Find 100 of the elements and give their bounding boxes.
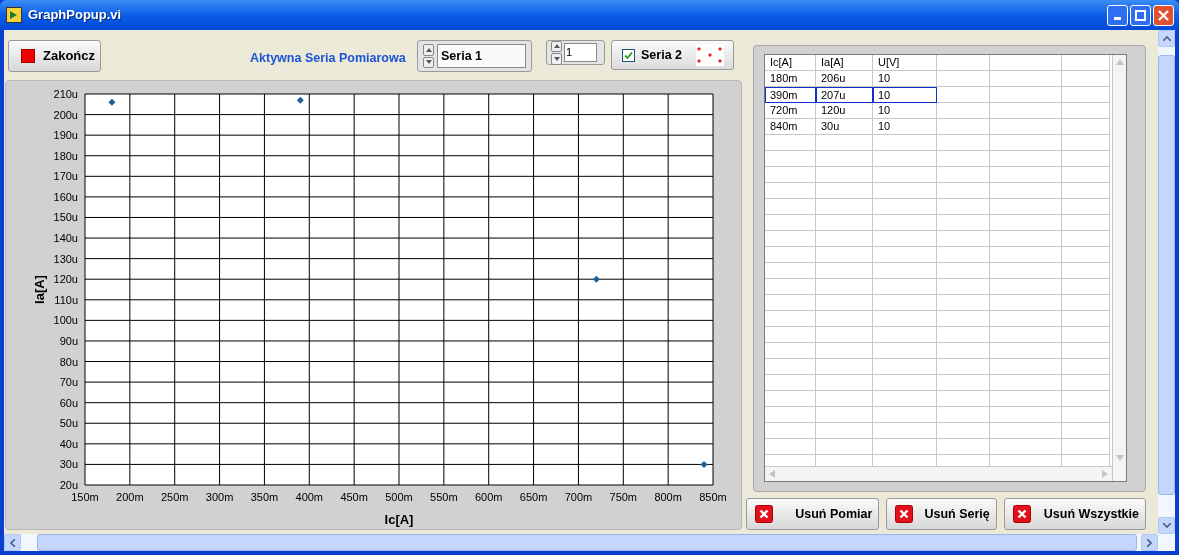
table-cell[interactable] bbox=[873, 263, 937, 279]
horizontal-scroll-thumb[interactable] bbox=[37, 534, 1137, 551]
table-cell[interactable] bbox=[1062, 423, 1110, 439]
stop-button[interactable]: Zakończ bbox=[8, 40, 101, 72]
table-cell[interactable] bbox=[937, 119, 990, 135]
table-cell[interactable] bbox=[937, 71, 990, 87]
table-cell[interactable] bbox=[937, 215, 990, 231]
table-cell[interactable] bbox=[937, 359, 990, 375]
table-cell[interactable] bbox=[990, 87, 1062, 103]
table-cell[interactable] bbox=[937, 391, 990, 407]
table-cell[interactable] bbox=[873, 135, 937, 151]
plot-index-control[interactable]: 1 bbox=[546, 40, 605, 65]
table-cell[interactable] bbox=[816, 391, 873, 407]
table-cell[interactable] bbox=[873, 183, 937, 199]
table-cell[interactable] bbox=[816, 327, 873, 343]
table-horizontal-scrollbar[interactable] bbox=[765, 466, 1112, 481]
table-cell[interactable] bbox=[937, 439, 990, 455]
scroll-left-button[interactable] bbox=[4, 534, 21, 551]
table-cell[interactable] bbox=[990, 247, 1062, 263]
table-cell[interactable]: 10 bbox=[873, 71, 937, 87]
table-cell[interactable] bbox=[990, 135, 1062, 151]
table-cell[interactable]: 10 bbox=[873, 87, 937, 103]
table-cell[interactable] bbox=[873, 199, 937, 215]
table-cell[interactable] bbox=[873, 231, 937, 247]
table-cell[interactable] bbox=[937, 247, 990, 263]
scroll-up-icon[interactable] bbox=[1115, 59, 1124, 65]
table-cell[interactable] bbox=[816, 167, 873, 183]
table-cell[interactable]: 206u bbox=[816, 71, 873, 87]
table-cell[interactable] bbox=[1062, 135, 1110, 151]
table-cell[interactable] bbox=[1062, 167, 1110, 183]
table-cell[interactable] bbox=[765, 311, 816, 327]
table-cell[interactable] bbox=[873, 279, 937, 295]
table-cell[interactable] bbox=[990, 311, 1062, 327]
table-cell[interactable] bbox=[990, 199, 1062, 215]
table-cell[interactable]: 207u bbox=[816, 87, 873, 103]
series-selector[interactable]: Seria 1 bbox=[417, 40, 532, 72]
table-cell[interactable]: 120u bbox=[816, 103, 873, 119]
table-cell[interactable] bbox=[765, 215, 816, 231]
table-cell[interactable] bbox=[937, 423, 990, 439]
table-cell[interactable] bbox=[765, 391, 816, 407]
table-cell[interactable] bbox=[1062, 407, 1110, 423]
table-cell[interactable] bbox=[990, 423, 1062, 439]
table-cell[interactable] bbox=[990, 295, 1062, 311]
table-cell[interactable] bbox=[873, 423, 937, 439]
table-cell[interactable] bbox=[990, 279, 1062, 295]
table-cell[interactable] bbox=[990, 71, 1062, 87]
table-cell[interactable] bbox=[816, 215, 873, 231]
table-cell[interactable] bbox=[765, 439, 816, 455]
table-cell[interactable] bbox=[765, 247, 816, 263]
table-cell[interactable] bbox=[990, 391, 1062, 407]
table-cell[interactable] bbox=[816, 151, 873, 167]
table-cell[interactable] bbox=[1062, 263, 1110, 279]
scroll-down-icon[interactable] bbox=[1115, 455, 1124, 461]
minimize-button[interactable] bbox=[1107, 4, 1128, 26]
scroll-right-icon[interactable] bbox=[1102, 470, 1108, 478]
table-cell[interactable] bbox=[990, 375, 1062, 391]
table-cell[interactable] bbox=[937, 279, 990, 295]
table-cell[interactable] bbox=[873, 247, 937, 263]
table-cell[interactable] bbox=[990, 263, 1062, 279]
table-cell[interactable]: 10 bbox=[873, 103, 937, 119]
table-cell[interactable]: 10 bbox=[873, 119, 937, 135]
table-cell[interactable] bbox=[873, 295, 937, 311]
table-cell[interactable] bbox=[816, 311, 873, 327]
scroll-up-button[interactable] bbox=[1158, 30, 1175, 47]
table-cell[interactable] bbox=[937, 199, 990, 215]
table-cell[interactable] bbox=[873, 311, 937, 327]
table-cell[interactable] bbox=[765, 423, 816, 439]
spinner-arrows[interactable] bbox=[423, 44, 434, 68]
table-cell[interactable] bbox=[873, 167, 937, 183]
table-cell[interactable]: 390m bbox=[765, 87, 816, 103]
table-cell[interactable] bbox=[765, 295, 816, 311]
table-cell[interactable] bbox=[1062, 87, 1110, 103]
table-cell[interactable] bbox=[873, 439, 937, 455]
table-cell[interactable] bbox=[937, 343, 990, 359]
table-cell[interactable] bbox=[765, 407, 816, 423]
table-cell[interactable] bbox=[873, 375, 937, 391]
table-cell[interactable] bbox=[937, 295, 990, 311]
table-cell[interactable] bbox=[1062, 439, 1110, 455]
table-cell[interactable] bbox=[816, 423, 873, 439]
table-cell[interactable] bbox=[937, 183, 990, 199]
table-cell[interactable] bbox=[765, 343, 816, 359]
table-cell[interactable] bbox=[1062, 119, 1110, 135]
table-cell[interactable] bbox=[816, 199, 873, 215]
table-cell[interactable] bbox=[937, 407, 990, 423]
table-cell[interactable]: 840m bbox=[765, 119, 816, 135]
table-cell[interactable] bbox=[990, 327, 1062, 343]
table-cell[interactable] bbox=[816, 343, 873, 359]
table-cell[interactable] bbox=[937, 311, 990, 327]
table-cell[interactable] bbox=[1062, 103, 1110, 119]
table-cell[interactable] bbox=[816, 231, 873, 247]
table-cell[interactable] bbox=[937, 327, 990, 343]
table-cell[interactable] bbox=[937, 375, 990, 391]
table-cell[interactable] bbox=[873, 407, 937, 423]
table-cell[interactable] bbox=[990, 167, 1062, 183]
table-cell[interactable] bbox=[816, 375, 873, 391]
table-cell[interactable] bbox=[1062, 279, 1110, 295]
table-cell[interactable] bbox=[765, 151, 816, 167]
table-cell[interactable] bbox=[765, 199, 816, 215]
table-cell[interactable] bbox=[1062, 343, 1110, 359]
table-cell[interactable]: 30u bbox=[816, 119, 873, 135]
